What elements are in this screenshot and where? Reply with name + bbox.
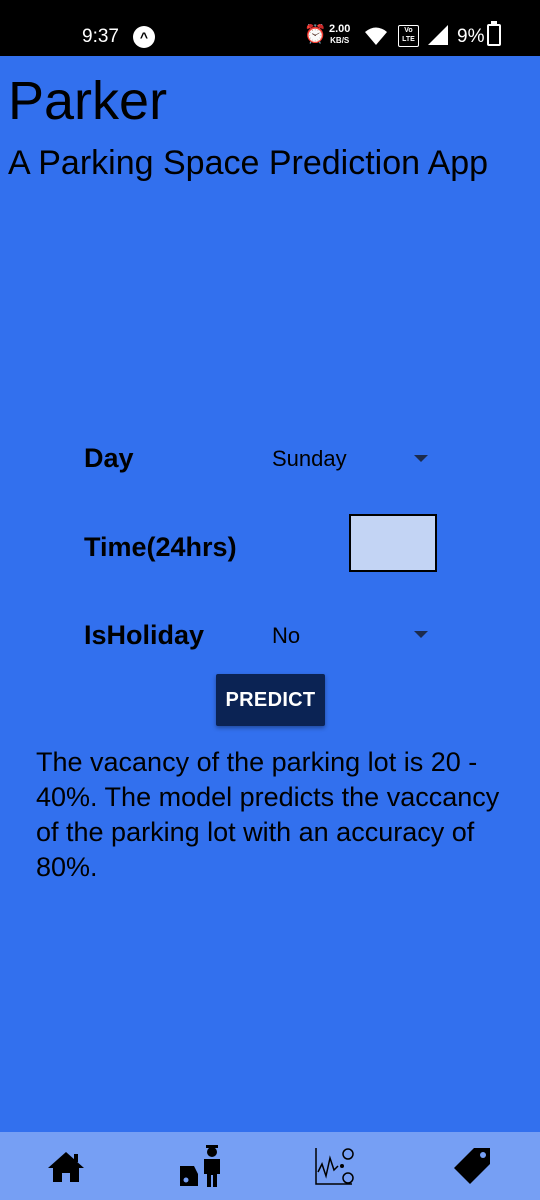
network-speed: 2.00 KB/S [329, 24, 350, 46]
analytics-icon [315, 1148, 354, 1185]
chevron-down-icon[interactable] [414, 455, 428, 462]
day-label: Day [84, 443, 134, 473]
nav-valet-parking[interactable] [178, 1144, 222, 1188]
valet-parking-icon [180, 1145, 220, 1187]
time-label: Time(24hrs) [84, 532, 237, 562]
wifi-icon [365, 27, 387, 45]
day-select-value[interactable]: Sunday [272, 446, 347, 472]
battery-icon [487, 21, 501, 46]
app-subtitle: A Parking Space Prediction App [8, 144, 489, 182]
predict-button[interactable]: PREDICT [216, 674, 325, 726]
chevron-down-icon[interactable] [414, 631, 428, 638]
holiday-select-value[interactable]: No [272, 623, 300, 649]
tag-icon [454, 1148, 490, 1184]
prediction-result: The vacancy of the parking lot is 20 - 4… [36, 747, 500, 882]
network-speed-value: 2.00 [329, 23, 351, 35]
nav-pricing[interactable] [450, 1144, 494, 1188]
status-bar: 9:37 ^ ⏰ 2.00 KB/S Vo LTE 9% [0, 0, 540, 56]
app-title: Parker [8, 71, 168, 131]
holiday-label: IsHoliday [84, 620, 205, 650]
signal-icon [428, 25, 448, 45]
volte-icon: Vo LTE [398, 25, 419, 47]
bottom-nav [0, 1132, 540, 1200]
network-speed-unit: KB/S [330, 36, 350, 45]
nav-analytics[interactable] [312, 1144, 356, 1188]
time-input[interactable] [349, 514, 437, 572]
notification-icon: ^ [133, 26, 155, 48]
home-icon [48, 1152, 84, 1182]
alarm-icon: ⏰ [304, 24, 327, 44]
nav-home[interactable] [44, 1144, 88, 1188]
status-time: 9:37 [82, 26, 119, 47]
battery-percent: 9% [457, 26, 485, 47]
